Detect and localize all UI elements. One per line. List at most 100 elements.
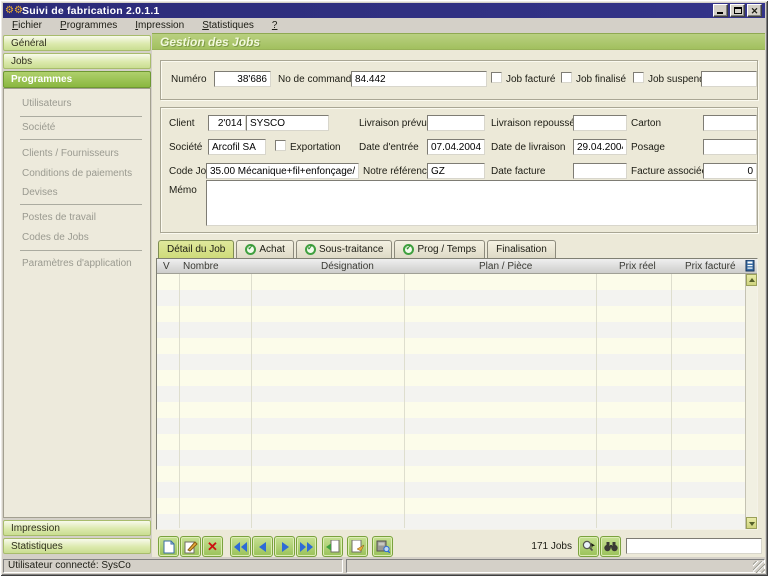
menu-statistiques[interactable]: Statistiques xyxy=(193,18,263,33)
sidebar-panel: Utilisateurs Société Clients / Fournisse… xyxy=(3,88,151,518)
minimize-icon xyxy=(717,12,723,14)
livraison-repoussee-label: Livraison repoussée xyxy=(491,117,581,131)
exportation-label: Exportation xyxy=(290,141,341,155)
minimize-button[interactable] xyxy=(713,4,728,17)
last-record-button[interactable] xyxy=(296,536,317,557)
numero-field[interactable] xyxy=(214,71,271,87)
exportation-checkbox[interactable] xyxy=(275,140,286,151)
sidebar-item-conditions-paiements[interactable]: Conditions de paiements xyxy=(22,167,132,181)
job-suspendu-field[interactable] xyxy=(701,71,757,87)
quick-search-input[interactable] xyxy=(626,538,762,554)
societe-field[interactable] xyxy=(208,139,266,155)
livraison-prevue-field[interactable] xyxy=(427,115,485,131)
sidebar-item-codes-jobs[interactable]: Codes de Jobs xyxy=(22,231,89,245)
maximize-button[interactable] xyxy=(730,4,745,17)
sidebar-group-programmes[interactable]: Programmes xyxy=(3,71,151,88)
job-facture-checkbox[interactable] xyxy=(491,72,502,83)
goto-job-button[interactable] xyxy=(322,536,343,557)
job-detail-table: V Nombre Désignation Plan / Pièce Prix r… xyxy=(156,258,758,530)
posage-field[interactable] xyxy=(703,139,757,155)
date-livraison-field[interactable] xyxy=(573,139,627,155)
sidebar-item-postes-travail[interactable]: Postes de travail xyxy=(22,211,96,225)
sidebar-separator xyxy=(20,116,142,117)
sidebar-item-societe[interactable]: Société xyxy=(22,121,55,135)
find-button[interactable] xyxy=(600,536,621,557)
last-arrows-icon xyxy=(300,542,313,552)
col-prix-reel[interactable]: Prix réel xyxy=(619,259,656,274)
code-job-field[interactable] xyxy=(206,163,359,179)
col-plan-piece[interactable]: Plan / Pièce xyxy=(479,259,532,274)
table-body-empty-rows[interactable] xyxy=(157,274,745,529)
date-entree-field[interactable] xyxy=(427,139,485,155)
date-facture-field[interactable] xyxy=(573,163,627,179)
new-record-button[interactable] xyxy=(158,536,179,557)
date-livraison-label: Date de livraison xyxy=(491,141,565,155)
posage-label: Posage xyxy=(631,141,665,155)
next-record-button[interactable] xyxy=(274,536,295,557)
tab-prog-temps[interactable]: Prog / Temps xyxy=(394,240,485,258)
job-report-button[interactable] xyxy=(347,536,368,557)
sidebar-group-jobs[interactable]: Jobs xyxy=(3,53,151,69)
column-separator xyxy=(671,274,672,528)
job-suspendu-checkbox[interactable] xyxy=(633,72,644,83)
sidebar-separator xyxy=(20,250,142,251)
column-separator xyxy=(179,274,180,528)
first-record-button[interactable] xyxy=(230,536,251,557)
next-arrow-icon xyxy=(281,542,289,552)
job-finalise-checkbox[interactable] xyxy=(561,72,572,83)
tab-label: Sous-traitance xyxy=(319,244,383,255)
sidebar-item-clients-fournisseurs[interactable]: Clients / Fournisseurs xyxy=(22,147,119,161)
tab-label: Détail du Job xyxy=(167,244,225,255)
filter-search-button[interactable] xyxy=(578,536,599,557)
delete-x-icon: ✕ xyxy=(207,540,218,553)
scroll-up-button[interactable] xyxy=(746,274,757,286)
col-designation[interactable]: Désignation xyxy=(321,259,374,274)
column-separator xyxy=(251,274,252,528)
col-nombre[interactable]: Nombre xyxy=(183,259,219,274)
print-preview-button[interactable] xyxy=(372,536,393,557)
menu-help[interactable]: ? xyxy=(263,18,287,33)
col-v[interactable]: V xyxy=(163,259,170,274)
close-button[interactable]: ✕ xyxy=(747,4,762,17)
resize-grip[interactable] xyxy=(753,561,765,573)
vertical-scrollbar[interactable] xyxy=(745,274,757,529)
menu-impression[interactable]: Impression xyxy=(126,18,193,33)
tab-label: Achat xyxy=(259,244,285,255)
app-gears-icon: ⚙⚙ xyxy=(5,5,18,17)
memo-textarea[interactable] xyxy=(206,180,757,226)
tab-detail-du-job[interactable]: Détail du Job xyxy=(158,240,234,258)
check-circle-icon xyxy=(245,244,256,255)
col-prix-facture[interactable]: Prix facturé xyxy=(685,259,736,274)
scroll-down-button[interactable] xyxy=(746,517,757,529)
binoculars-icon xyxy=(604,541,618,552)
no-commande-field[interactable] xyxy=(351,71,487,87)
sidebar-group-general[interactable]: Général xyxy=(3,35,151,51)
previous-record-button[interactable] xyxy=(252,536,273,557)
societe-label: Société xyxy=(169,141,202,155)
edit-record-button[interactable] xyxy=(180,536,201,557)
sidebar-separator xyxy=(20,204,142,205)
menu-fichier[interactable]: Fichier xyxy=(3,18,51,33)
tab-sous-traitance[interactable]: Sous-traitance xyxy=(296,240,392,258)
delete-record-button[interactable]: ✕ xyxy=(202,536,223,557)
livraison-repoussee-field[interactable] xyxy=(573,115,627,131)
carton-label: Carton xyxy=(631,117,661,131)
notre-reference-field[interactable] xyxy=(427,163,485,179)
sidebar-item-utilisateurs[interactable]: Utilisateurs xyxy=(22,97,71,111)
carton-field[interactable] xyxy=(703,115,757,131)
sidebar-item-parametres-application[interactable]: Paramètres d'application xyxy=(22,257,132,271)
arrow-up-icon xyxy=(749,278,755,282)
tab-achat[interactable]: Achat xyxy=(236,240,294,258)
column-options-icon[interactable] xyxy=(745,260,756,275)
client-code-field[interactable] xyxy=(208,115,246,131)
column-separator xyxy=(596,274,597,528)
sidebar-item-devises[interactable]: Devises xyxy=(22,186,58,200)
sidebar-group-impression[interactable]: Impression xyxy=(3,520,151,536)
title-bar[interactable]: ⚙⚙ Suivi de fabrication 2.0.1.1 ✕ xyxy=(3,3,765,18)
previous-arrow-icon xyxy=(259,542,267,552)
sidebar-group-statistiques[interactable]: Statistiques xyxy=(3,538,151,554)
facture-associee-field[interactable] xyxy=(703,163,757,179)
client-name-field[interactable] xyxy=(246,115,329,131)
menu-programmes[interactable]: Programmes xyxy=(51,18,126,33)
tab-finalisation[interactable]: Finalisation xyxy=(487,240,556,258)
